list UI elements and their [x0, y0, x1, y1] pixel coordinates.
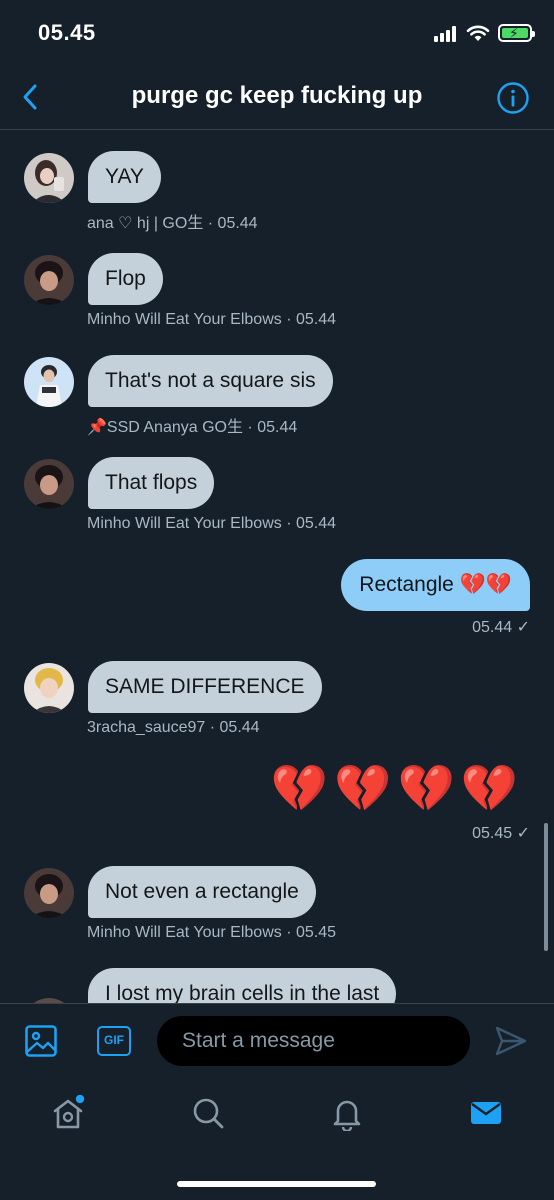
gif-button[interactable]: GIF — [97, 1026, 131, 1056]
message-meta: Minho Will Eat Your Elbows · 05.45 — [87, 924, 337, 941]
conversation-title: purge gc keep fucking up — [131, 82, 423, 109]
home-icon[interactable] — [50, 1095, 86, 1131]
message-meta: Minho Will Eat Your Elbows · 05.44 — [87, 515, 337, 532]
message-list[interactable]: YAY ana ♡ hj | GO生 · 05.44 Flop Minho Wi… — [0, 131, 554, 1003]
message-bubble[interactable]: I lost my brain cells in the last — [88, 968, 397, 1003]
scrollbar[interactable] — [544, 823, 548, 951]
message-meta: 05.44 ✓ — [472, 619, 530, 636]
cellular-signal-icon — [434, 26, 460, 42]
message-bubble[interactable]: SAME DIFFERENCE — [88, 661, 322, 713]
message-bubble[interactable]: That flops — [88, 457, 215, 509]
message-meta: 📌SSD Ananya GO生 · 05.44 — [87, 419, 298, 436]
status-bar: 05.45 ⚡ — [0, 0, 554, 68]
mail-icon[interactable] — [468, 1095, 504, 1131]
send-icon[interactable] — [494, 1024, 528, 1058]
info-icon[interactable] — [496, 81, 530, 115]
emoji-message[interactable]: 💔💔💔💔 — [271, 761, 524, 816]
message-bubble-outgoing[interactable]: Rectangle 💔💔 — [341, 559, 530, 611]
message-bubble[interactable]: Not even a rectangle — [88, 866, 316, 918]
image-icon[interactable] — [24, 1024, 58, 1058]
home-indicator — [177, 1181, 376, 1187]
message-meta: 3racha_sauce97 · 05.44 — [87, 719, 260, 736]
avatar[interactable] — [24, 255, 74, 305]
battery-icon: ⚡ — [498, 24, 535, 42]
wifi-icon — [466, 25, 490, 41]
message-input[interactable] — [157, 1016, 470, 1066]
search-icon[interactable] — [190, 1095, 226, 1131]
status-time: 05.45 — [38, 20, 96, 45]
conversation-header: purge gc keep fucking up — [0, 68, 554, 130]
avatar[interactable] — [24, 868, 74, 918]
message-bubble[interactable]: Flop — [88, 253, 163, 305]
avatar[interactable] — [24, 459, 74, 509]
message-bubble[interactable]: That's not a square sis — [88, 355, 333, 407]
dm-conversation-screen: 05.45 ⚡ purge gc keep fucking up YAY ana… — [0, 0, 554, 1200]
message-meta: 05.45 ✓ — [472, 825, 530, 842]
message-bubble[interactable]: YAY — [88, 151, 161, 203]
message-composer: GIF — [0, 1003, 554, 1077]
avatar[interactable] — [24, 153, 74, 203]
back-chevron-icon[interactable] — [14, 80, 48, 114]
avatar[interactable] — [24, 663, 74, 713]
bell-icon[interactable] — [329, 1095, 365, 1131]
message-meta: ana ♡ hj | GO生 · 05.44 — [87, 215, 258, 232]
message-meta: Minho Will Eat Your Elbows · 05.44 — [87, 311, 337, 328]
avatar[interactable] — [24, 357, 74, 407]
